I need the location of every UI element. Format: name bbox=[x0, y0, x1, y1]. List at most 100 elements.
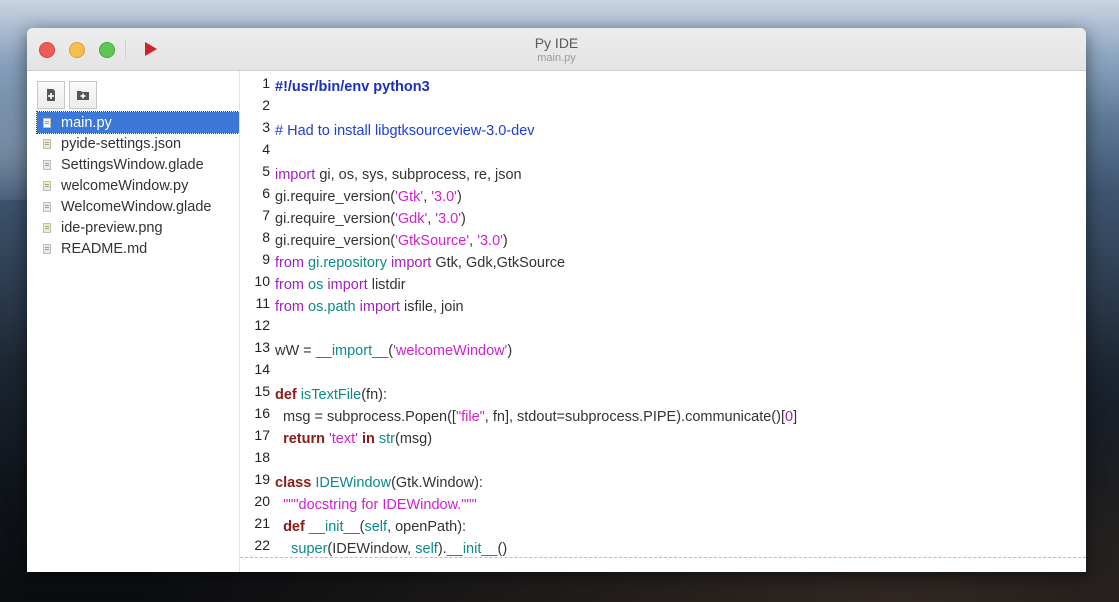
line-number: 9 bbox=[262, 251, 270, 267]
code-token: self bbox=[415, 541, 438, 557]
sidebar-toolbar bbox=[37, 81, 97, 109]
line-number: 14 bbox=[254, 361, 270, 377]
code-token: super bbox=[291, 541, 328, 557]
code-token: isTextFile bbox=[300, 387, 362, 403]
line-number: 19 bbox=[254, 471, 270, 487]
ide-window: Py IDE main.py main.py pyide-settings.jso… bbox=[27, 28, 1086, 572]
file-list-item[interactable]: pyide-settings.json bbox=[37, 133, 239, 154]
code-token: from bbox=[275, 255, 304, 271]
code-token: "file" bbox=[455, 409, 485, 425]
file-list: main.py pyide-settings.json SettingsWindow… bbox=[36, 111, 240, 259]
code-token: os bbox=[308, 277, 324, 293]
line-number: 21 bbox=[254, 515, 270, 531]
file-list-item[interactable]: README.md bbox=[37, 238, 239, 259]
line-number: 7 bbox=[262, 207, 270, 223]
file-name: README.md bbox=[61, 240, 148, 257]
file-sidebar: main.py pyide-settings.json SettingsWindow… bbox=[27, 71, 240, 572]
code-line[interactable]: gi.require_version('Gdk', '3.0') bbox=[275, 208, 466, 230]
code-token: , openPath): bbox=[387, 519, 467, 535]
code-token: gi, os, sys, subprocess, re, json bbox=[315, 167, 522, 183]
file-name: pyide-settings.json bbox=[61, 135, 182, 152]
code-line[interactable]: #!/usr/bin/env python3 bbox=[275, 76, 430, 98]
code-line[interactable]: gi.require_version('Gtk', '3.0') bbox=[275, 186, 462, 208]
code-token: return bbox=[283, 431, 325, 447]
code-token: 'GtkSource' bbox=[395, 233, 470, 249]
line-number: 20 bbox=[254, 493, 270, 509]
file-icon bbox=[43, 159, 51, 170]
code-token: def bbox=[275, 387, 297, 403]
file-list-item[interactable]: welcomeWindow.py bbox=[37, 175, 239, 196]
line-number: 2 bbox=[262, 97, 270, 113]
code-token: str bbox=[378, 431, 395, 447]
code-line[interactable]: msg = subprocess.Popen(["file", fn], std… bbox=[275, 406, 797, 428]
code-line[interactable]: gi.require_version('GtkSource', '3.0') bbox=[275, 230, 508, 252]
code-line[interactable]: from gi.repository import Gtk, Gdk,GtkSo… bbox=[275, 252, 565, 274]
code-token: ) bbox=[502, 233, 508, 249]
code-token: gi.repository bbox=[308, 255, 388, 271]
code-token: import bbox=[391, 255, 432, 271]
new-file-button[interactable] bbox=[37, 81, 65, 109]
code-token: import bbox=[359, 299, 400, 315]
code-token: '3.0' bbox=[435, 211, 461, 227]
line-number: 11 bbox=[255, 295, 270, 311]
code-line[interactable]: def isTextFile(fn): bbox=[275, 384, 387, 406]
line-number: 16 bbox=[254, 405, 270, 421]
code-token: class bbox=[275, 475, 312, 491]
code-line[interactable]: return 'text' in str(msg) bbox=[275, 428, 432, 450]
line-number: 15 bbox=[254, 383, 270, 399]
code-line[interactable]: # Had to install libgtksourceview-3.0-de… bbox=[275, 120, 535, 142]
new-file-icon bbox=[47, 89, 55, 101]
file-name: welcomeWindow.py bbox=[61, 177, 189, 194]
code-line[interactable]: wW = __import__('welcomeWindow') bbox=[275, 340, 512, 362]
code-token: (msg) bbox=[394, 431, 433, 447]
code-token: gi.require_version( bbox=[275, 211, 396, 227]
file-list-item[interactable]: WelcomeWindow.glade bbox=[37, 196, 239, 217]
code-token: msg = subprocess.Popen([ bbox=[275, 409, 456, 425]
titlebar: Py IDE main.py bbox=[27, 28, 1086, 71]
code-token: os.path bbox=[308, 299, 356, 315]
code-line[interactable]: import gi, os, sys, subprocess, re, json bbox=[275, 164, 522, 186]
code-token: 'text' bbox=[329, 431, 358, 447]
file-icon bbox=[43, 117, 51, 128]
code-token: (fn): bbox=[361, 387, 387, 403]
line-number: 6 bbox=[262, 185, 270, 201]
code-token: gi.require_version( bbox=[275, 233, 396, 249]
code-token: () bbox=[497, 541, 508, 557]
file-icon bbox=[43, 180, 51, 191]
file-name: WelcomeWindow.glade bbox=[61, 198, 212, 215]
code-token: import bbox=[275, 167, 316, 183]
code-token: (Gtk.Window): bbox=[391, 475, 483, 491]
code-token: __init__ bbox=[308, 519, 360, 535]
code-token: def bbox=[283, 519, 305, 535]
code-token: ) bbox=[461, 211, 466, 227]
file-icon bbox=[43, 201, 51, 212]
code-token: #!/usr/bin/env python3 bbox=[275, 79, 430, 95]
file-list-item[interactable]: main.py bbox=[36, 111, 240, 134]
code-token: ). bbox=[437, 541, 447, 557]
code-token: '3.0' bbox=[431, 189, 457, 205]
file-list-item[interactable]: SettingsWindow.glade bbox=[37, 154, 239, 175]
code-token: , fn], stdout=subprocess.PIPE).communica… bbox=[484, 409, 785, 425]
line-number: 13 bbox=[254, 339, 270, 355]
code-line[interactable]: from os.path import isfile, join bbox=[275, 296, 464, 318]
code-token: 'Gtk' bbox=[395, 189, 424, 205]
code-line[interactable]: """docstring for IDEWindow.""" bbox=[275, 494, 477, 516]
line-number: 5 bbox=[262, 163, 270, 179]
code-token: self bbox=[364, 519, 388, 535]
code-token: 0 bbox=[785, 409, 794, 425]
code-token: # Had to install libgtksourceview-3.0-de… bbox=[275, 123, 535, 139]
code-token: , bbox=[469, 233, 478, 249]
code-editor[interactable]: 1 2 3 4 5 6 7 8 9 10 11 12 13 14 15 16 17 18 19 20 21 22 #!/u… bbox=[240, 71, 1086, 572]
code-token: from bbox=[275, 277, 304, 293]
new-folder-button[interactable] bbox=[69, 81, 97, 109]
code-token: gi.require_version( bbox=[275, 189, 396, 205]
code-line[interactable]: def __init__(self, openPath): bbox=[275, 516, 466, 538]
new-folder-icon bbox=[77, 91, 89, 100]
code-token: from bbox=[275, 299, 304, 315]
code-line[interactable]: class IDEWindow(Gtk.Window): bbox=[275, 472, 483, 494]
file-list-item[interactable]: ide-preview.png bbox=[37, 217, 239, 238]
code-line[interactable]: from os import listdir bbox=[275, 274, 406, 296]
code-token: in bbox=[361, 431, 375, 447]
line-number: 8 bbox=[262, 229, 270, 245]
